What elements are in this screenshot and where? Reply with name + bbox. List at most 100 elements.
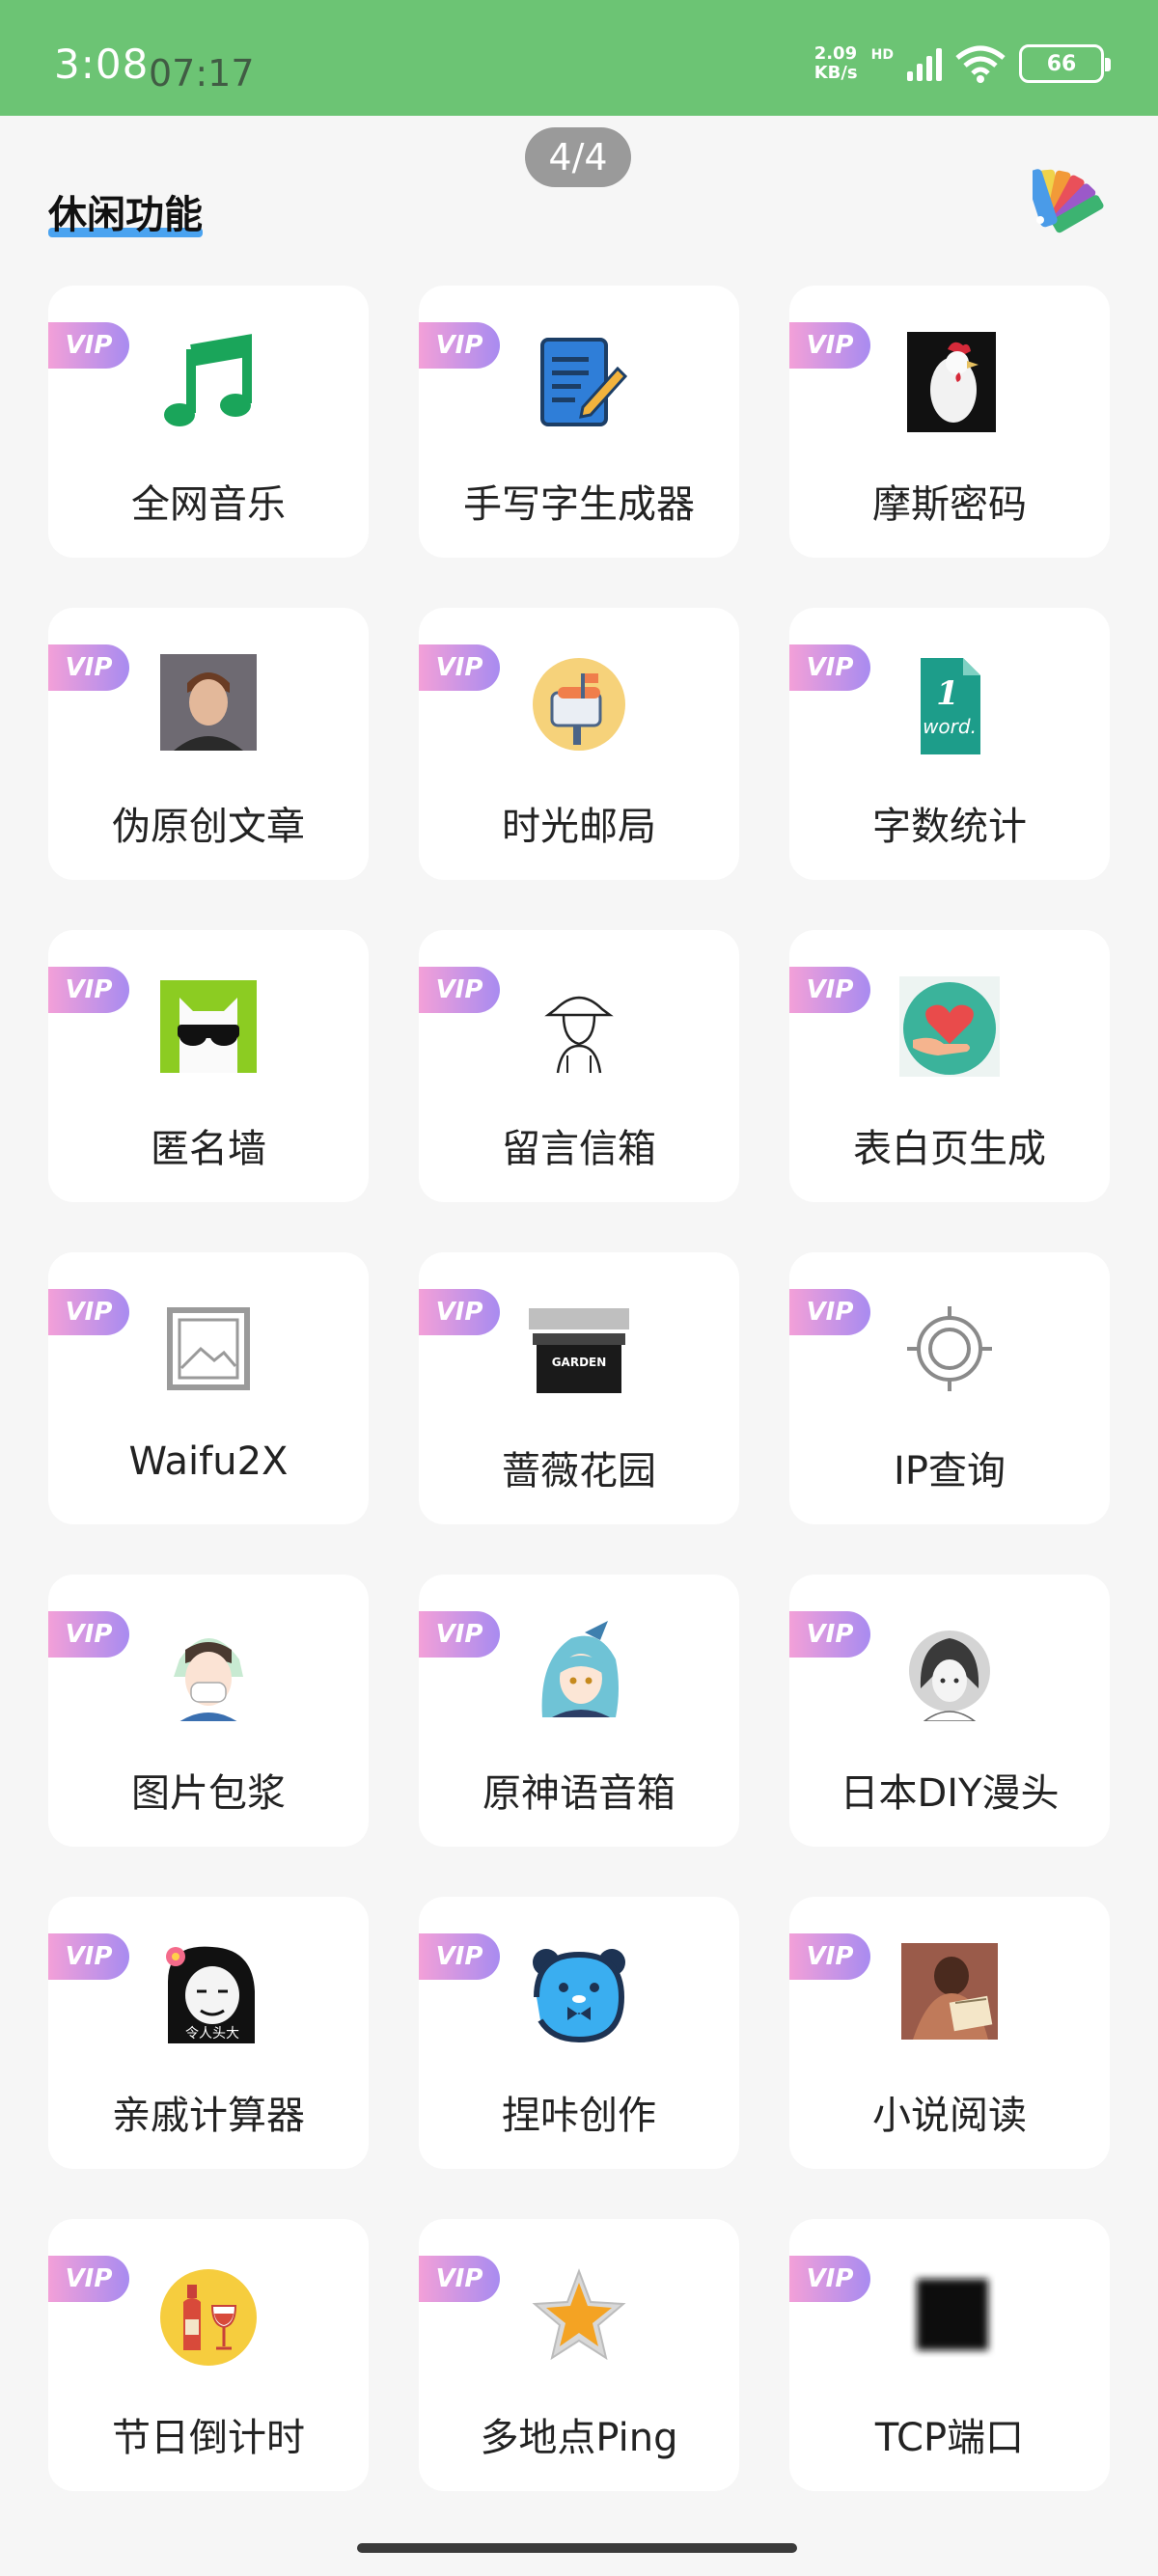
singer-photo-icon	[160, 654, 257, 751]
feature-card[interactable]: VIP 节日倒计时	[48, 2219, 369, 2491]
vip-badge: VIP	[419, 1611, 500, 1658]
feature-card[interactable]: VIP Waifu2X	[48, 1252, 369, 1524]
vip-badge: VIP	[789, 1933, 870, 1980]
card-label: 多地点Ping	[480, 2416, 678, 2460]
masked-girl-icon	[174, 1638, 243, 1721]
card-label: IP查询	[894, 1449, 1006, 1494]
card-label: 小说阅读	[872, 2094, 1027, 2138]
card-label: 图片包浆	[131, 1771, 286, 1816]
card-label: 摩斯密码	[872, 482, 1027, 527]
feature-card[interactable]: VIP 伪原创文章	[48, 608, 369, 880]
svg-text:令人头大: 令人头大	[185, 2026, 239, 2042]
card-label: TCP端口	[874, 2416, 1025, 2460]
svg-text:word.: word.	[923, 715, 977, 738]
status-bar: 3:08 07:17 2.09 KB/s HD 66	[0, 0, 1158, 116]
feature-card[interactable]: VIP TCP端口	[789, 2219, 1110, 2491]
feature-card[interactable]: VIP 摩斯密码	[789, 286, 1110, 558]
card-label: 表白页生成	[853, 1127, 1046, 1171]
palette-icon[interactable]	[1033, 160, 1110, 237]
vip-badge: VIP	[419, 322, 500, 369]
meme-face-icon: 令人头大	[164, 1945, 259, 2043]
status-icons: 2.09 KB/s HD 66	[813, 43, 1111, 83]
card-label: 留言信箱	[502, 1127, 656, 1171]
wifi-icon	[955, 45, 1006, 83]
vip-badge: VIP	[789, 2256, 870, 2302]
feature-card[interactable]: VIP 手写字生成器	[419, 286, 739, 558]
signal-icon	[907, 46, 942, 81]
card-label: 伪原创文章	[112, 805, 305, 849]
feature-card[interactable]: VIP IP查询	[789, 1252, 1110, 1524]
feature-card[interactable]: VIP 表白页生成	[789, 930, 1110, 1202]
vip-badge: VIP	[48, 1289, 129, 1335]
card-label: 全网音乐	[131, 482, 286, 527]
feature-card[interactable]: VIP 1 word. 字数统计	[789, 608, 1110, 880]
image-placeholder-icon	[167, 1307, 250, 1390]
card-label: 捏咔创作	[502, 2094, 656, 2138]
card-label: Waifu2X	[128, 1439, 289, 1484]
card-label: 亲戚计算器	[112, 2094, 305, 2138]
feature-card[interactable]: VIP 日本DIY漫头	[789, 1575, 1110, 1847]
home-indicator[interactable]	[357, 2543, 797, 2553]
anime-sketch-icon	[909, 1631, 990, 1721]
status-time-overlay: 07:17	[149, 52, 255, 95]
card-label: 节日倒计时	[112, 2416, 305, 2460]
feature-card[interactable]: VIP 时光邮局	[419, 608, 739, 880]
vip-badge: VIP	[419, 2256, 500, 2302]
black-square-icon	[917, 2279, 988, 2350]
vip-badge: VIP	[48, 322, 129, 369]
cool-cat-icon	[160, 980, 257, 1073]
vip-badge: VIP	[789, 644, 870, 691]
music-note-icon	[164, 334, 252, 426]
vip-badge: VIP	[48, 644, 129, 691]
feature-card[interactable]: VIP 图片包浆	[48, 1575, 369, 1847]
vip-badge: VIP	[419, 1933, 500, 1980]
anime-character-icon	[541, 1621, 619, 1717]
hd-label: HD	[870, 47, 894, 63]
feature-card[interactable]: VIP 捏咔创作	[419, 1897, 739, 2169]
vip-badge: VIP	[789, 1611, 870, 1658]
vip-badge: VIP	[419, 967, 500, 1013]
page-indicator: 4/4	[525, 127, 631, 187]
feature-card[interactable]: VIP 全网音乐	[48, 286, 369, 558]
wine-icon	[160, 2269, 257, 2366]
vip-badge: VIP	[789, 1289, 870, 1335]
net-speed: 2.09 KB/s	[813, 43, 858, 83]
battery-icon: 66	[1019, 44, 1111, 83]
svg-text:GARDEN: GARDEN	[552, 1356, 607, 1369]
feature-card[interactable]: VIP 多地点Ping	[419, 2219, 739, 2491]
section-title: 休闲功能	[48, 193, 203, 237]
vip-badge: VIP	[48, 1611, 129, 1658]
vip-badge: VIP	[48, 1933, 129, 1980]
vip-badge: VIP	[48, 967, 129, 1013]
vip-badge: VIP	[419, 644, 500, 691]
vip-badge: VIP	[48, 2256, 129, 2302]
card-label: 时光邮局	[502, 805, 656, 849]
feature-card[interactable]: VIP 原神语音箱	[419, 1575, 739, 1847]
feature-card[interactable]: VIP GARDEN 蔷薇花园	[419, 1252, 739, 1524]
reading-man-icon	[901, 1943, 998, 2040]
feature-card[interactable]: VIP 令人头大 亲戚计算器	[48, 1897, 369, 2169]
feature-card[interactable]: VIP 小说阅读	[789, 1897, 1110, 2169]
garden-sign-icon: GARDEN	[529, 1308, 629, 1393]
vip-badge: VIP	[419, 1289, 500, 1335]
feature-card[interactable]: VIP 留言信箱	[419, 930, 739, 1202]
blue-bear-icon	[533, 1949, 625, 2043]
card-label: 手写字生成器	[463, 482, 695, 527]
vip-badge: VIP	[789, 322, 870, 369]
handwriting-doc-icon	[540, 338, 628, 426]
vip-badge: VIP	[789, 967, 870, 1013]
star-icon	[532, 2268, 626, 2361]
card-label: 日本DIY漫头	[840, 1771, 1060, 1816]
card-label: 蔷薇花园	[502, 1449, 656, 1494]
sketch-person-icon	[544, 996, 614, 1074]
svg-text:1: 1	[936, 674, 959, 713]
battery-level: 66	[1046, 51, 1077, 76]
mailbox-icon	[533, 658, 625, 751]
word-file-icon: 1 word.	[921, 658, 980, 754]
target-icon	[907, 1306, 992, 1391]
status-time: 3:08	[54, 41, 150, 88]
card-label: 匿名墙	[151, 1127, 266, 1171]
card-label: 原神语音箱	[482, 1771, 676, 1816]
heart-hand-icon	[899, 976, 1000, 1077]
feature-card[interactable]: VIP 匿名墙	[48, 930, 369, 1202]
